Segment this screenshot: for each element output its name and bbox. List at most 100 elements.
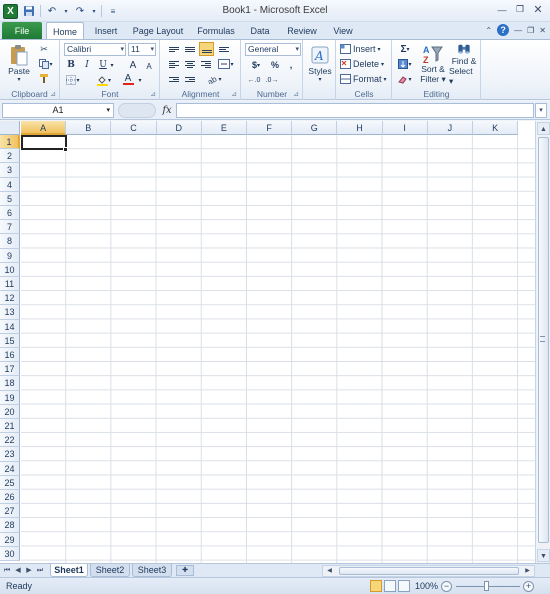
horizontal-scrollbar[interactable]: ◀ ▶ [322, 565, 535, 577]
tab-insert[interactable]: Insert [88, 22, 124, 39]
scroll-down-icon[interactable]: ▼ [537, 549, 550, 562]
font-name-combo[interactable]: Calibri ▾ [64, 43, 126, 56]
row-header-28[interactable]: 28 [0, 518, 20, 533]
row-header-21[interactable]: 21 [0, 419, 20, 434]
sheet-tab-sheet3[interactable]: Sheet3 [132, 564, 172, 577]
zoom-slider-thumb[interactable] [484, 581, 489, 591]
align-top-icon[interactable] [167, 43, 181, 55]
row-header-23[interactable]: 23 [0, 447, 20, 462]
row-header-22[interactable]: 22 [0, 433, 20, 448]
row-header-14[interactable]: 14 [0, 319, 20, 334]
increase-decimal-icon[interactable]: ←.0 [246, 74, 262, 86]
find-select-button[interactable]: Find & Select ▾ [449, 42, 479, 86]
font-size-dropdown-icon[interactable]: ▾ [150, 44, 154, 55]
decrease-decimal-icon[interactable]: .0→ [264, 74, 280, 86]
delete-cells-button[interactable]: Delete ▾ [340, 58, 390, 70]
font-color-dropdown-icon[interactable]: ▾ [137, 74, 143, 86]
format-cells-button[interactable]: Format ▾ [340, 73, 390, 85]
tab-file[interactable]: File [2, 22, 42, 39]
sheet-tab-sheet2[interactable]: Sheet2 [90, 564, 130, 577]
tab-view[interactable]: View [328, 22, 358, 39]
name-box[interactable]: A1 ▾ [2, 103, 114, 118]
number-format-combo[interactable]: General ▾ [245, 43, 301, 56]
fill-color-icon[interactable]: ▾ [95, 74, 113, 86]
orientation-icon[interactable]: ab ▾ [204, 73, 224, 85]
insert-function-button[interactable]: fx [160, 103, 174, 118]
scroll-right-icon[interactable]: ▶ [522, 566, 533, 576]
font-name-dropdown-icon[interactable]: ▾ [120, 44, 124, 55]
row-header-18[interactable]: 18 [0, 376, 20, 391]
currency-button[interactable]: $ ▾ [246, 59, 266, 71]
row-header-24[interactable]: 24 [0, 461, 20, 476]
page-break-preview-icon[interactable] [398, 580, 410, 592]
styles-button[interactable]: A Styles ▾ [306, 43, 334, 85]
borders-icon[interactable]: ▾ [65, 74, 81, 86]
row-header-30[interactable]: 30 [0, 546, 20, 561]
shrink-font-button[interactable]: A [143, 60, 155, 72]
format-painter-icon[interactable] [37, 72, 51, 84]
close-icon[interactable]: ✕ [530, 2, 546, 17]
row-header-27[interactable]: 27 [0, 504, 20, 519]
increase-indent-icon[interactable] [183, 73, 197, 85]
align-center-icon[interactable] [183, 58, 197, 70]
alignment-launcher-icon[interactable]: ⊿ [231, 90, 237, 98]
insert-cells-button[interactable]: Insert ▾ [340, 43, 390, 55]
help-icon[interactable]: ? [497, 24, 510, 36]
font-launcher-icon[interactable]: ⊿ [150, 90, 156, 98]
fill-button[interactable]: ▾ [396, 58, 414, 70]
tab-home[interactable]: Home [46, 22, 84, 40]
row-header-17[interactable]: 17 [0, 362, 20, 377]
active-cell-a1[interactable] [21, 135, 67, 150]
row-header-15[interactable]: 15 [0, 333, 20, 348]
worksheet-grid[interactable]: A B C D E F G H I J K 1 2 3 4 5 6 7 8 9 10 11 12 13 14 15 16 17 18 19… [0, 121, 535, 563]
normal-view-icon[interactable] [370, 580, 382, 592]
grow-font-button[interactable]: A [127, 59, 139, 71]
tab-formulas[interactable]: Formulas [193, 22, 239, 39]
clipboard-launcher-icon[interactable]: ⊿ [50, 90, 56, 98]
comma-button[interactable]: , [285, 59, 297, 71]
wrap-text-icon[interactable] [216, 43, 232, 55]
bold-button[interactable]: B [65, 59, 77, 71]
scroll-up-icon[interactable]: ▲ [537, 122, 550, 135]
paste-button[interactable]: Paste ▾ [5, 43, 33, 83]
copy-icon[interactable]: ▾ [37, 58, 55, 70]
column-header-g[interactable]: G [292, 121, 338, 135]
tab-page-layout[interactable]: Page Layout [128, 22, 188, 39]
column-header-d[interactable]: D [156, 121, 202, 135]
row-header-9[interactable]: 9 [0, 248, 20, 263]
align-middle-icon[interactable] [183, 43, 197, 55]
underline-dropdown-icon[interactable]: ▾ [109, 59, 115, 71]
page-layout-view-icon[interactable] [384, 580, 396, 592]
next-sheet-icon[interactable]: ▶ [24, 565, 34, 577]
tab-review[interactable]: Review [282, 22, 322, 39]
cut-icon[interactable]: ✂ [37, 43, 51, 55]
font-color-button[interactable]: A [119, 73, 137, 86]
merge-center-icon[interactable]: ▾ [216, 58, 236, 70]
minimize-icon[interactable]: — [494, 2, 510, 17]
tab-data[interactable]: Data [244, 22, 276, 39]
vertical-scrollbar[interactable]: ▲ ▼ [535, 121, 550, 563]
zoom-level[interactable]: 100% [415, 581, 438, 591]
restore-icon[interactable]: ❐ [512, 2, 528, 17]
number-format-dropdown-icon[interactable]: ▾ [295, 44, 299, 55]
font-size-combo[interactable]: 11 ▾ [128, 43, 156, 56]
zoom-out-icon[interactable]: − [441, 581, 452, 592]
row-header-3[interactable]: 3 [0, 163, 20, 178]
row-header-11[interactable]: 11 [0, 277, 20, 292]
row-header-10[interactable]: 10 [0, 262, 20, 277]
column-header-e[interactable]: E [201, 121, 247, 135]
row-header-7[interactable]: 7 [0, 220, 20, 235]
align-right-icon[interactable] [199, 58, 213, 70]
column-header-h[interactable]: H [337, 121, 383, 135]
cell-gridlines[interactable] [21, 135, 535, 563]
row-header-5[interactable]: 5 [0, 191, 20, 206]
scroll-left-icon[interactable]: ◀ [324, 566, 335, 576]
minimize-ribbon-icon[interactable]: ⌃ [485, 26, 492, 35]
workbook-close-icon[interactable]: ✕ [539, 26, 546, 35]
row-header-12[interactable]: 12 [0, 291, 20, 306]
align-left-icon[interactable] [167, 58, 181, 70]
row-header-8[interactable]: 8 [0, 234, 20, 249]
percent-button[interactable]: % [269, 59, 281, 71]
fill-handle[interactable] [63, 147, 68, 152]
workbook-minimize-icon[interactable]: — [514, 26, 522, 35]
